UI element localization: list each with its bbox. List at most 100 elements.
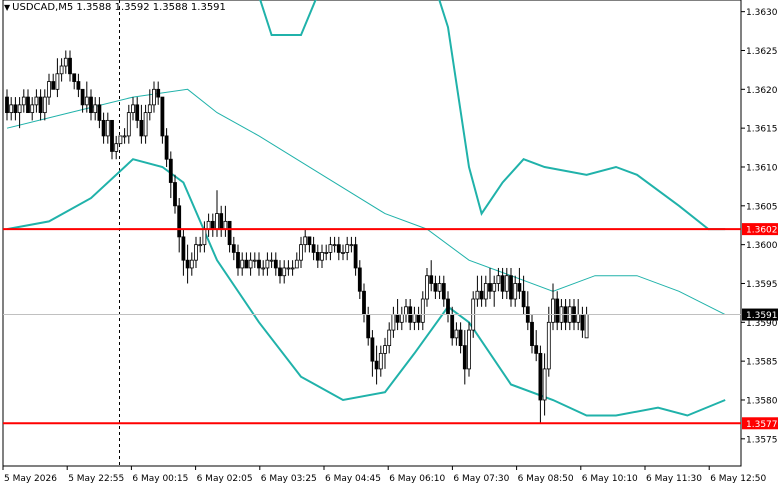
time-tick-label: 6 May 06:10 bbox=[389, 474, 445, 484]
candle-body bbox=[551, 298, 555, 323]
candle-body bbox=[584, 314, 589, 339]
candle-body bbox=[156, 88, 161, 98]
candle-body bbox=[55, 73, 60, 90]
candle-body bbox=[332, 244, 337, 247]
candle-body bbox=[135, 104, 140, 121]
candle-body bbox=[311, 244, 316, 253]
candle-body bbox=[320, 252, 324, 261]
candle-body bbox=[93, 104, 98, 114]
candle-body bbox=[353, 244, 358, 269]
candle-body bbox=[521, 290, 526, 308]
time-tick-label: 6 May 10:10 bbox=[582, 474, 638, 484]
candle-body bbox=[467, 329, 471, 370]
candle-body bbox=[210, 220, 215, 230]
candle-body bbox=[152, 88, 156, 106]
candle-body bbox=[496, 275, 501, 284]
candle-body bbox=[89, 96, 93, 114]
symbol-label: USDCAD,M5 bbox=[12, 2, 74, 13]
candle-body bbox=[546, 321, 551, 370]
time-tick-label: 6 May 12:50 bbox=[710, 474, 766, 484]
price-tick-label: 1.3595 bbox=[746, 280, 778, 290]
price-axis: 1.35751.35801.35851.35901.35951.36001.36… bbox=[741, 8, 778, 445]
candle-body bbox=[278, 267, 282, 277]
candle-body bbox=[500, 275, 505, 292]
candle-body bbox=[139, 119, 144, 137]
candle-body bbox=[110, 119, 114, 152]
candle-body bbox=[34, 96, 39, 106]
candle-body bbox=[114, 143, 119, 152]
candle-body bbox=[143, 112, 148, 137]
candle-body bbox=[517, 283, 522, 292]
dropdown-triangle-icon[interactable]: ▼ bbox=[4, 3, 10, 12]
candle-body bbox=[458, 329, 463, 347]
time-tick-label: 5 May 2026 bbox=[4, 474, 57, 484]
candle-body bbox=[126, 112, 131, 137]
candle-body bbox=[450, 314, 455, 339]
candle-body bbox=[530, 321, 534, 347]
candle-body bbox=[315, 252, 320, 261]
candle-body bbox=[336, 244, 341, 253]
candle-body bbox=[131, 104, 135, 114]
candle-body bbox=[101, 119, 106, 137]
time-tick-label: 6 May 00:15 bbox=[132, 474, 188, 484]
candle-body bbox=[80, 88, 85, 106]
price-chart[interactable]: 1.35751.35801.35851.35901.35951.36001.36… bbox=[0, 0, 781, 489]
candle-body bbox=[492, 283, 497, 292]
candle-body bbox=[38, 96, 43, 114]
candle-body bbox=[223, 220, 228, 230]
candle-body bbox=[13, 104, 18, 114]
candle-body bbox=[341, 252, 345, 254]
candle-body bbox=[227, 220, 232, 246]
candle-body bbox=[269, 259, 274, 262]
time-tick-label: 5 May 22:55 bbox=[68, 474, 124, 484]
candle-body bbox=[513, 283, 518, 300]
candle-body bbox=[231, 244, 236, 253]
candle-body bbox=[345, 244, 350, 253]
time-tick-label: 6 May 11:30 bbox=[646, 474, 702, 484]
plot-area[interactable] bbox=[2, 0, 742, 467]
candle-body bbox=[194, 244, 198, 261]
candle bbox=[118, 135, 123, 145]
candle-body bbox=[185, 259, 190, 269]
candle-body bbox=[437, 283, 442, 292]
candle-body bbox=[534, 345, 539, 354]
price-tick-label: 1.3605 bbox=[746, 202, 778, 212]
candle-body bbox=[164, 135, 169, 160]
candle-body bbox=[555, 298, 560, 323]
candle-body bbox=[328, 244, 333, 253]
candle-body bbox=[374, 360, 379, 370]
candle-body bbox=[59, 65, 64, 75]
candle-body bbox=[177, 205, 182, 238]
price-tick-label: 1.3625 bbox=[746, 47, 778, 57]
candle-body bbox=[429, 275, 434, 284]
time-tick-label: 6 May 08:50 bbox=[518, 474, 574, 484]
candle-body bbox=[580, 314, 585, 331]
candle-body bbox=[362, 290, 366, 315]
candle-body bbox=[17, 104, 22, 114]
candle-body bbox=[290, 267, 295, 270]
candle-body bbox=[416, 314, 421, 323]
candle-body bbox=[84, 96, 89, 106]
candle-body bbox=[105, 119, 110, 137]
candle-body bbox=[26, 96, 30, 114]
candle-body bbox=[433, 283, 438, 292]
candle-body bbox=[76, 81, 81, 90]
candle-body bbox=[303, 236, 308, 246]
candle-body bbox=[215, 213, 219, 230]
candle-body bbox=[509, 275, 513, 300]
candle-body bbox=[198, 244, 203, 247]
candle-body bbox=[51, 81, 56, 90]
candle-body bbox=[42, 96, 47, 114]
candle-body bbox=[97, 104, 102, 121]
candle-body bbox=[538, 352, 543, 401]
candle-body bbox=[181, 236, 186, 261]
candle-body bbox=[219, 213, 224, 230]
candle-body bbox=[399, 314, 404, 323]
candle-body bbox=[147, 104, 152, 114]
candle-body bbox=[391, 314, 396, 331]
candle-body bbox=[378, 352, 383, 370]
candle-body bbox=[299, 244, 303, 261]
candle-body bbox=[488, 283, 492, 292]
candle-body bbox=[370, 337, 375, 362]
chart-header: ▼ USDCAD,M5 1.3588 1.3592 1.3588 1.3591 bbox=[4, 2, 226, 13]
